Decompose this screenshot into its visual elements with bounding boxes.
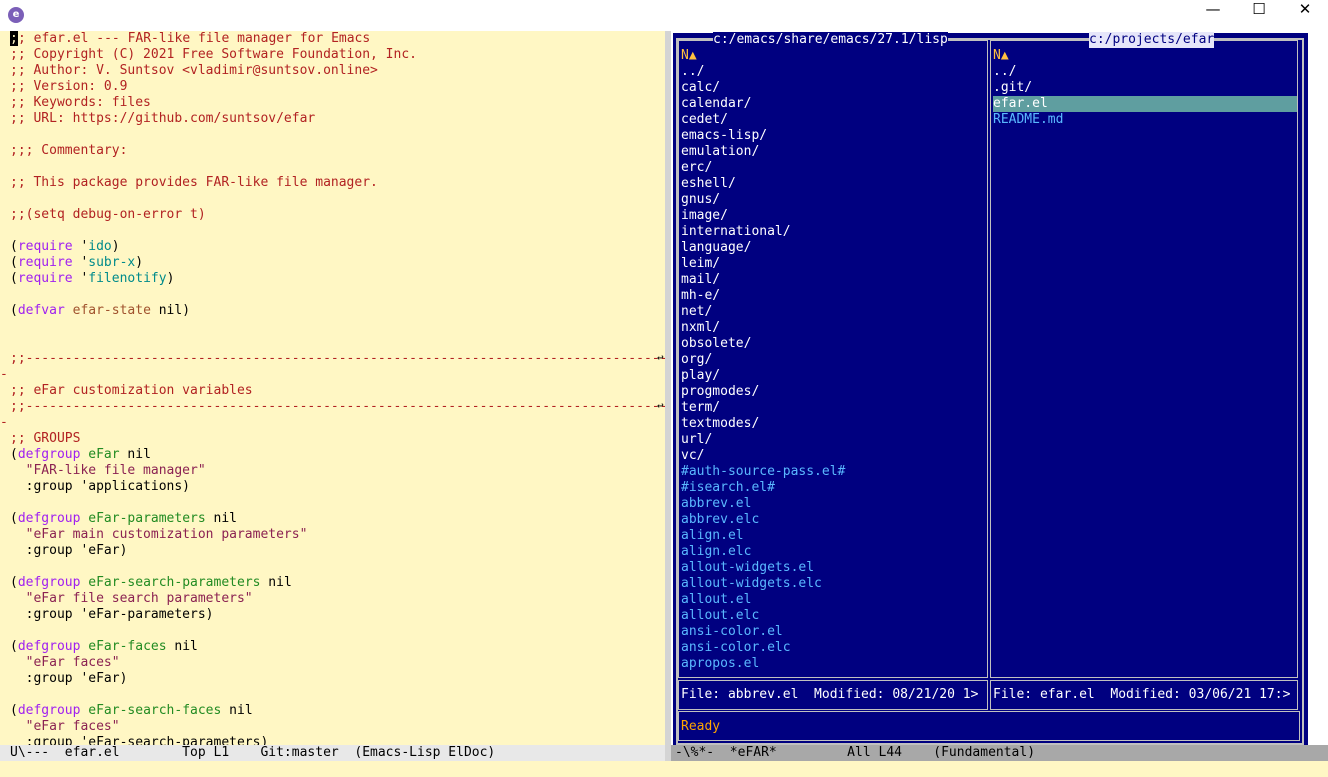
editor-modeline: U\--- efar.el Top L1 Git:master (Emacs-L…	[0, 745, 665, 761]
code-line-18: (defvar efar-state nil)	[10, 303, 191, 318]
code-line-24: ;;--------------------------------------…	[10, 399, 665, 414]
minimize-button[interactable]: —	[1190, 0, 1236, 30]
left-sort-indicator[interactable]: N▲	[681, 48, 697, 64]
right-sort-indicator[interactable]: N▲	[993, 48, 1009, 64]
left-dir-item[interactable]: url/	[681, 432, 712, 448]
code-line-31: (defgroup eFar-parameters nil	[10, 511, 237, 526]
code-line-35: (defgroup eFar-search-parameters nil	[10, 575, 292, 590]
code-line-44: "eFar faces"	[10, 719, 120, 734]
efar-modeline: -\%*- *eFAR* All L44 (Fundamental)	[671, 745, 1328, 761]
left-dir-item[interactable]: image/	[681, 208, 728, 224]
emacs-app-icon: e	[8, 7, 24, 23]
left-dir-item[interactable]: gnus/	[681, 192, 720, 208]
code-line-45: :group 'eFar-search-parameters)	[10, 735, 269, 745]
message-frame	[678, 711, 1300, 741]
code-line-15: (require 'subr-x)	[10, 255, 144, 270]
code-line-25: -	[0, 415, 8, 430]
left-dir-item[interactable]: nxml/	[681, 320, 720, 336]
left-status-text: File: abbrev.el Modified: 08/21/20 1>	[681, 687, 979, 702]
right-dir-item[interactable]: ../	[993, 64, 1016, 80]
continuation-arrow-icon: ↩	[657, 399, 664, 412]
code-line-12: ;;(setq debug-on-error t)	[10, 207, 206, 222]
left-dir-item[interactable]: leim/	[681, 256, 720, 272]
left-file-item[interactable]: #auth-source-pass.el#	[681, 464, 845, 480]
right-panel-frame	[990, 40, 1298, 678]
code-line-6: ;; URL: https://github.com/suntsov/efar	[10, 111, 316, 126]
left-dir-item[interactable]: cedet/	[681, 112, 728, 128]
code-line-27: (defgroup eFar nil	[10, 447, 151, 462]
left-dir-item[interactable]: calendar/	[681, 96, 751, 112]
left-file-item[interactable]: abbrev.el	[681, 496, 751, 512]
left-dir-item[interactable]: international/	[681, 224, 791, 240]
left-dir-item[interactable]: obsolete/	[681, 336, 751, 352]
code-line-37: :group 'eFar-parameters)	[10, 607, 214, 622]
left-dir-item[interactable]: eshell/	[681, 176, 736, 192]
code-line-43: (defgroup eFar-search-faces nil	[10, 703, 253, 718]
left-file-item[interactable]: ansi-color.el	[681, 624, 783, 640]
code-line-14: (require 'ido)	[10, 239, 120, 254]
code-line-5: ;; Keywords: files	[10, 95, 151, 110]
close-button[interactable]: ✕	[1282, 0, 1328, 30]
left-dir-item[interactable]: emacs-lisp/	[681, 128, 767, 144]
code-line-40: "eFar faces"	[10, 655, 120, 670]
left-dir-item[interactable]: calc/	[681, 80, 720, 96]
code-line-16: (require 'filenotify)	[10, 271, 175, 286]
code-line-23: ;; eFar customization variables	[10, 383, 253, 398]
code-line-22: -	[0, 367, 8, 382]
editor-pane[interactable]: ;; efar.el --- FAR-like file manager for…	[0, 31, 665, 745]
right-file-item[interactable]: README.md	[993, 112, 1063, 128]
left-file-item[interactable]: allout.el	[681, 592, 751, 608]
right-selected-file[interactable]: efar.el	[993, 96, 1297, 112]
left-dir-item[interactable]: term/	[681, 400, 720, 416]
left-panel-path[interactable]: c:/emacs/share/emacs/27.1/lisp	[713, 32, 948, 48]
left-dir-item[interactable]: erc/	[681, 160, 712, 176]
left-file-item[interactable]: allout.elc	[681, 608, 759, 624]
left-dir-item[interactable]: ../	[681, 64, 704, 80]
code-line-21: ;;--------------------------------------…	[10, 351, 665, 366]
left-dir-item[interactable]: progmodes/	[681, 384, 759, 400]
message-text: Ready	[681, 719, 721, 734]
code-line-29: :group 'applications)	[10, 479, 191, 494]
left-dir-item[interactable]: mh-e/	[681, 288, 720, 304]
text-cursor: ;	[10, 31, 18, 46]
window-titlebar: e — ☐ ✕	[0, 0, 1328, 30]
left-file-item[interactable]: allout-widgets.elc	[681, 576, 822, 592]
continuation-arrow-icon: ↩	[657, 351, 664, 364]
left-file-item[interactable]: #isearch.el#	[681, 480, 775, 496]
code-line-32: "eFar main customization parameters"	[10, 527, 308, 542]
left-file-item[interactable]: align.elc	[681, 544, 751, 560]
code-line-41: :group 'eFar)	[10, 671, 128, 686]
code-line-26: ;; GROUPS	[10, 431, 81, 446]
code-line-2: ;; Copyright (C) 2021 Free Software Foun…	[10, 47, 417, 62]
right-status-text: File: efar.el Modified: 03/06/21 17:>	[993, 687, 1291, 702]
code-line-8: ;;; Commentary:	[10, 143, 128, 158]
left-dir-item[interactable]: play/	[681, 368, 720, 384]
left-dir-item[interactable]: language/	[681, 240, 751, 256]
left-file-item[interactable]: align.el	[681, 528, 744, 544]
left-dir-item[interactable]: org/	[681, 352, 712, 368]
code-line-4: ;; Version: 0.9	[10, 79, 128, 94]
code-line-36: "eFar file search parameters"	[10, 591, 253, 606]
code-line-28: "FAR-like file manager"	[10, 463, 206, 478]
code-line-39: (defgroup eFar-faces nil	[10, 639, 198, 654]
left-dir-item[interactable]: emulation/	[681, 144, 759, 160]
left-file-item[interactable]: ansi-color.elc	[681, 640, 791, 656]
left-file-item[interactable]: allout-widgets.el	[681, 560, 814, 576]
left-dir-item[interactable]: net/	[681, 304, 712, 320]
code-line-10: ;; This package provides FAR-like file m…	[10, 175, 378, 190]
left-dir-item[interactable]: textmodes/	[681, 416, 759, 432]
code-line-1: ;; efar.el --- FAR-like file manager for…	[10, 31, 371, 46]
right-panel-path[interactable]: c:/projects/efar	[1089, 32, 1215, 48]
minibuffer[interactable]	[0, 761, 1328, 777]
left-file-item[interactable]: apropos.el	[681, 656, 759, 672]
code-line-33: :group 'eFar)	[10, 543, 128, 558]
maximize-button[interactable]: ☐	[1236, 0, 1282, 30]
right-dir-item[interactable]: .git/	[993, 80, 1032, 96]
code-line-3: ;; Author: V. Suntsov <vladimir@suntsov.…	[10, 63, 378, 78]
left-file-item[interactable]: abbrev.elc	[681, 512, 759, 528]
left-dir-item[interactable]: vc/	[681, 448, 704, 464]
left-dir-item[interactable]: mail/	[681, 272, 720, 288]
